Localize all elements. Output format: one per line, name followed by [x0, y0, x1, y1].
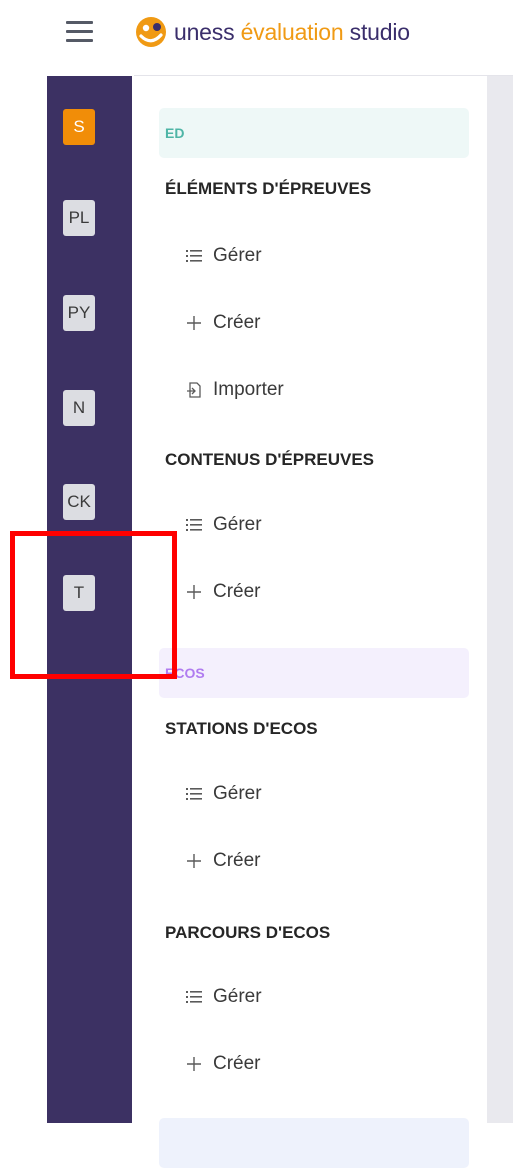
content-gutter [487, 76, 513, 1123]
menu-item-label: Gérer [213, 514, 262, 535]
import-icon [185, 381, 203, 399]
group-title-stations-ecos: STATIONS D'ECOS [165, 719, 318, 738]
list-icon [185, 988, 203, 1006]
menu-item-stations-creer[interactable]: Créer [185, 846, 261, 876]
menu-item-label: Créer [213, 581, 261, 602]
rail-item-t[interactable]: T [63, 575, 95, 611]
menu-item-label: Créer [213, 312, 261, 333]
uness-logo-icon [136, 17, 166, 47]
menu-item-label: Créer [213, 1053, 261, 1074]
brand[interactable]: uness évaluation studio [135, 14, 410, 50]
hamburger-bar [66, 30, 93, 33]
plus-icon [185, 1055, 203, 1073]
menu-item-contenus-creer[interactable]: Créer [185, 577, 261, 607]
menu-item-label: Gérer [213, 783, 262, 804]
list-icon [185, 516, 203, 534]
section-tag-ecos: ECOS [159, 648, 469, 698]
rail-item-s[interactable]: S [63, 109, 95, 145]
rail-item-pl[interactable]: PL [63, 200, 95, 236]
menu-item-parcours-gerer[interactable]: Gérer [185, 982, 262, 1012]
navigation-panel: ED ÉLÉMENTS D'ÉPREUVES Gérer Créer Impor… [134, 76, 487, 1168]
group-title-parcours-ecos: PARCOURS D'ECOS [165, 923, 331, 942]
menu-item-elements-creer[interactable]: Créer [185, 308, 261, 338]
menu-item-label: Créer [213, 850, 261, 871]
rail-item-py[interactable]: PY [63, 295, 95, 331]
brand-name-part1: uness [174, 18, 235, 45]
hamburger-bar [66, 39, 93, 42]
list-icon [185, 247, 203, 265]
menu-item-elements-importer[interactable]: Importer [185, 375, 284, 405]
plus-icon [185, 852, 203, 870]
group-title-contenus-epreuves: CONTENUS D'ÉPREUVES [165, 450, 375, 469]
hamburger-menu-icon[interactable] [66, 21, 93, 43]
brand-name-part2: évaluation [240, 18, 344, 45]
hamburger-bar [66, 21, 93, 24]
list-icon [185, 785, 203, 803]
menu-item-label: Gérer [213, 245, 262, 266]
plus-icon [185, 314, 203, 332]
section-tag-next [159, 1118, 469, 1168]
menu-item-label: Gérer [213, 986, 262, 1007]
group-title-elements-epreuves: ÉLÉMENTS D'ÉPREUVES [165, 179, 372, 198]
app-switcher-rail: S PL PY N CK T [47, 76, 132, 1123]
rail-item-n[interactable]: N [63, 390, 95, 426]
menu-item-elements-gerer[interactable]: Gérer [185, 241, 262, 271]
section-tag-ed: ED [159, 108, 469, 158]
rail-item-ck[interactable]: CK [63, 484, 95, 520]
menu-item-contenus-gerer[interactable]: Gérer [185, 510, 262, 540]
plus-icon [185, 583, 203, 601]
menu-item-label: Importer [213, 379, 284, 400]
brand-name-part3: studio [349, 18, 410, 45]
top-header: uness évaluation studio [0, 0, 513, 66]
brand-name: uness évaluation studio [174, 19, 410, 46]
menu-item-parcours-creer[interactable]: Créer [185, 1049, 261, 1079]
menu-item-stations-gerer[interactable]: Gérer [185, 779, 262, 809]
